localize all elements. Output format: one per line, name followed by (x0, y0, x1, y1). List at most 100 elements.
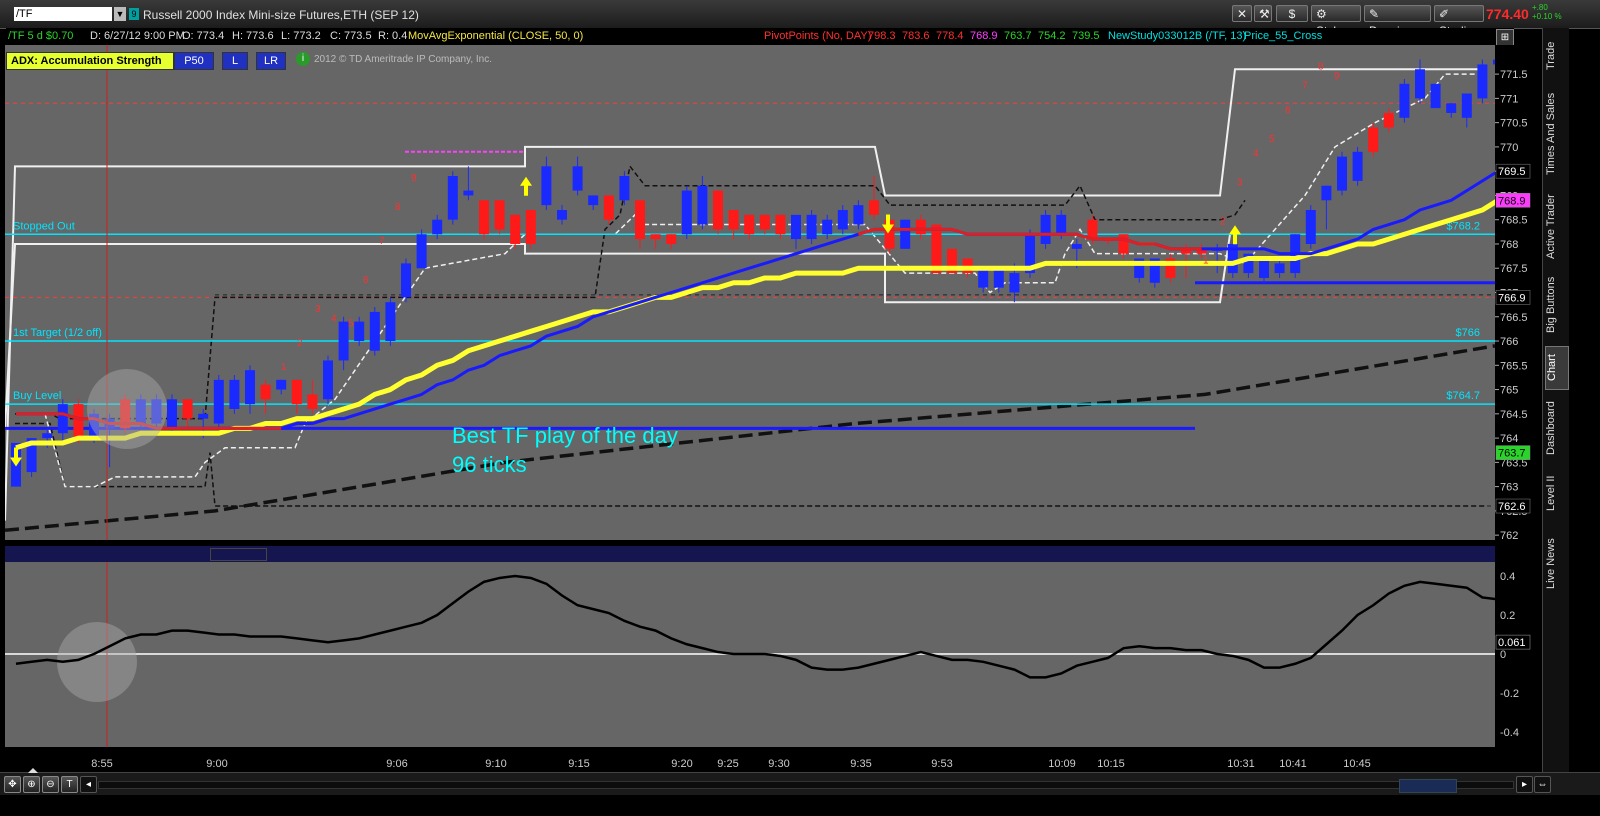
time-tick-label: 9:20 (671, 758, 692, 770)
annotation-line-2: 96 ticks (452, 452, 527, 477)
count-number: 5 (348, 318, 354, 329)
sidebar-tab-live-news[interactable]: Live News (1545, 524, 1567, 604)
trend-dashed-line (5, 344, 1495, 533)
l-button[interactable]: L (222, 52, 248, 70)
candle-body (806, 214, 817, 240)
symbol-dropdown-button[interactable]: ▼ (114, 7, 126, 21)
sidebar-tab-trade[interactable]: Trade (1545, 36, 1567, 76)
pivot-value: 798.3 (868, 30, 896, 42)
chart-menu-icon[interactable]: ⊞ (1496, 29, 1514, 46)
pan-icon[interactable]: ✥ (4, 776, 21, 793)
candle-body (666, 234, 677, 244)
sidebar-tab-active-trader[interactable]: Active Trader (1545, 188, 1567, 266)
candle-body (1383, 112, 1394, 128)
sidebar-tab-times-and-sales[interactable]: Times And Sales (1545, 84, 1567, 184)
candle-body (213, 379, 224, 424)
settings-wrench-icon[interactable]: ⚒ (1254, 5, 1272, 22)
sidebar-tab-chart[interactable]: Chart (1545, 346, 1569, 390)
candle-body (681, 190, 692, 235)
candle-body (900, 219, 911, 249)
count-number: 2 (297, 338, 303, 349)
candle-body (978, 268, 989, 288)
time-tick-label: 10:41 (1279, 758, 1307, 770)
crosshair-tool-icon[interactable]: ✕ (1232, 5, 1252, 22)
scroll-right-icon[interactable]: ▸ (1516, 776, 1533, 793)
horizontal-scrollbar[interactable] (98, 779, 1514, 793)
candle-body (1461, 93, 1472, 118)
candle-body (728, 210, 739, 230)
candle-body (525, 210, 536, 244)
copyright-text: 2012 © TD Ameritrade IP Company, Inc. (314, 54, 493, 65)
candle-body (432, 219, 443, 235)
candle-body (869, 200, 879, 215)
count-number: 1 (1203, 255, 1209, 266)
price-tick-label: 764 (1500, 433, 1518, 445)
candle-body (588, 195, 599, 206)
expand-up-icon[interactable] (28, 768, 38, 773)
info-open: O: 773.4 (182, 30, 225, 42)
oscillator-tick-label: -0.4 (1500, 727, 1519, 739)
candle-body (182, 399, 193, 419)
sidebar-tab-dashboard[interactable]: Dashboard (1545, 393, 1567, 463)
candle-body (245, 370, 255, 405)
link-group-icon[interactable]: 9 (129, 8, 139, 20)
candle-body (510, 214, 521, 244)
price-marker-label: 762.6 (1498, 501, 1526, 513)
candle-body (276, 379, 287, 390)
candle-body (1118, 234, 1129, 254)
sidebar-tab-big-buttons[interactable]: Big Buttons (1545, 270, 1567, 340)
expand-icon[interactable]: ⇔ (1534, 776, 1551, 793)
dollar-button[interactable]: $ (1276, 5, 1308, 22)
text-tool-icon[interactable]: T (61, 776, 78, 793)
price-marker-label: 768.9 (1498, 195, 1526, 207)
price-tick-label: 771 (1500, 93, 1518, 105)
price-tick-label: 765.5 (1500, 360, 1528, 372)
time-tick-label: 9:10 (485, 758, 506, 770)
info-range: R: 0.4 (378, 30, 408, 42)
candle-body (307, 394, 318, 409)
adx-accumulation-button[interactable]: ADX: Accumulation Strength (6, 52, 174, 70)
scroll-left-icon[interactable]: ◂ (80, 776, 97, 793)
oscillator-panel[interactable] (5, 562, 1546, 747)
price-tick-label: 762 (1500, 530, 1518, 542)
lower-study-label-box (210, 548, 267, 561)
lr-button[interactable]: LR (256, 52, 286, 70)
p50-button[interactable]: P50 (174, 52, 214, 70)
oscillator-marker-label: 0.061 (1498, 637, 1526, 649)
count-number: 8 (395, 202, 401, 213)
candle-body (993, 268, 1004, 288)
zoom-in-icon[interactable]: ⊕ (23, 776, 40, 793)
studies-button[interactable]: ✐ Studies (1434, 5, 1484, 38)
price-tick-label: 770.5 (1500, 118, 1528, 130)
time-axis: 8:55 9:00 9:06 9:10 9:15 9:20 9:25 9:30 9:35 9:53… (5, 752, 1495, 772)
candle-body (1430, 83, 1441, 109)
price-axis[interactable]: 771.5771770.5770769.5769768.5768767.5767… (1495, 45, 1540, 745)
candle-body (1337, 156, 1347, 191)
candle-body (619, 176, 630, 201)
drawings-button[interactable]: ✎ Drawings (1364, 5, 1431, 38)
candle-body (57, 404, 68, 434)
price-chart[interactable]: Stopped Out $768.2 1st Target (1/2 off) $76… (5, 45, 1495, 540)
oscillator-tick-label: 0.2 (1500, 610, 1515, 622)
zoom-out-icon[interactable]: ⊖ (42, 776, 59, 793)
symbol-input[interactable]: /TF (14, 7, 112, 21)
candle-body (837, 210, 848, 230)
info-icon[interactable]: i (296, 52, 310, 66)
scrollbar-thumb[interactable] (1399, 779, 1457, 793)
price-marker-label: 763.7 (1498, 448, 1526, 460)
candle-body (541, 166, 552, 206)
info-symbol: /TF 5 d $0.70 (8, 30, 74, 42)
candle-body (557, 210, 567, 220)
candle-body (1321, 185, 1332, 201)
price-tick-label: 771.5 (1500, 69, 1528, 81)
count-number: 9 (1334, 71, 1340, 82)
study-info-bar: /TF 5 d $0.70 D: 6/27/12 9:00 PM O: 773.… (6, 28, 1514, 44)
sidebar-tab-level-ii[interactable]: Level II (1545, 468, 1567, 518)
candle-body (401, 263, 411, 298)
candle-body (291, 379, 302, 405)
candle-body (697, 185, 708, 225)
candle-body (1415, 69, 1425, 99)
time-tick-label: 8:55 (91, 758, 112, 770)
style-button[interactable]: ⚙ Style (1311, 5, 1361, 38)
oscillator-tick-label: 0 (1500, 649, 1506, 661)
